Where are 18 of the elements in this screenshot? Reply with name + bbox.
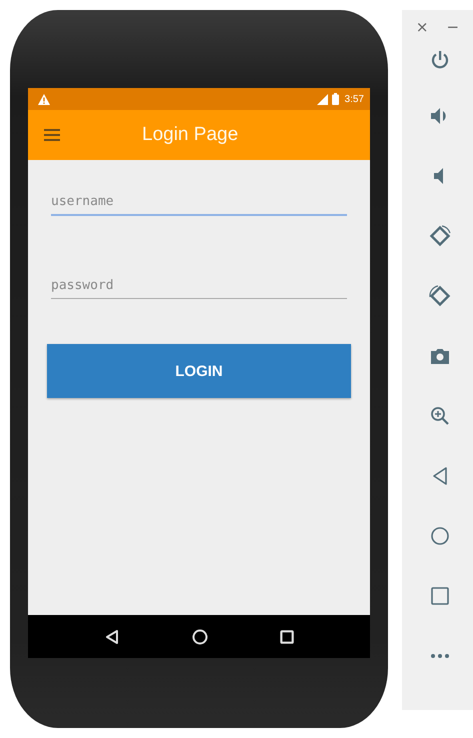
app-title: Login Page (142, 124, 238, 146)
zoom-in-icon[interactable] (428, 405, 450, 427)
status-time: 3:57 (344, 94, 364, 104)
rotate-right-icon[interactable] (428, 285, 450, 307)
close-button[interactable]: × (416, 18, 428, 36)
username-field[interactable]: username (51, 188, 347, 216)
battery-icon (332, 93, 339, 105)
back-icon[interactable] (104, 628, 120, 644)
overview-icon[interactable] (280, 630, 294, 644)
menu-icon[interactable] (44, 129, 60, 141)
home-icon[interactable] (192, 628, 208, 644)
rotate-left-icon[interactable] (428, 225, 450, 247)
minimize-button[interactable]: − (446, 18, 460, 36)
more-icon[interactable] (428, 652, 450, 660)
warning-icon (38, 94, 50, 104)
password-field[interactable]: password (51, 272, 347, 299)
signal-icon (316, 94, 328, 104)
login-button[interactable]: LOGIN (47, 344, 351, 398)
